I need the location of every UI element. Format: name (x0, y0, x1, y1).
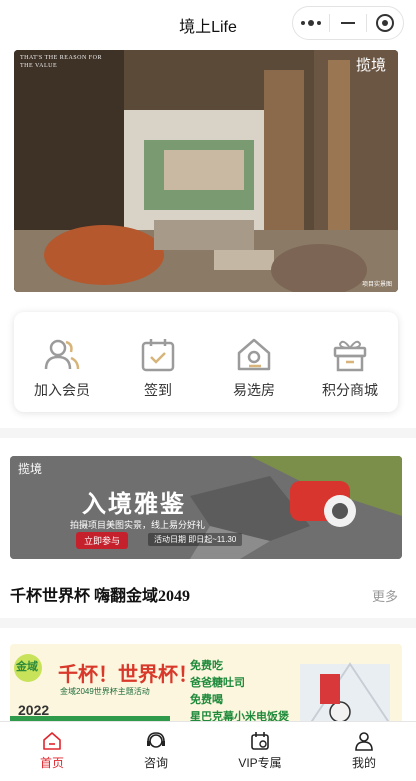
quick-actions-card: 加入会员 签到 易选房 积分商城 (14, 312, 398, 412)
more-link[interactable]: 更多 (372, 586, 398, 605)
promo-tag: 金域 (16, 661, 38, 673)
hero-banner[interactable]: THAT'S THE REASON FOR THE VALUE 揽境 项目实景图 (14, 50, 398, 292)
campaign-date: 活动日期 即日起~11.30 (148, 533, 243, 546)
miniprogram-capsule (292, 6, 404, 40)
title-bar: 境上Life (0, 0, 416, 46)
minus-icon (341, 22, 355, 24)
promo-headline: 千杯！世界杯！ (58, 664, 198, 686)
hero-brand-logo: 揽境 (355, 58, 386, 74)
hero-tagline: THAT'S THE REASON FOR THE VALUE (20, 55, 102, 69)
section-title: 千杯世界杯 嗨翻金域2049 (10, 588, 191, 605)
campaign-subtitle: 拍摄项目美图实景，线上易分好礼 (70, 520, 206, 530)
more-menu-button[interactable] (293, 7, 329, 39)
world-cup-promo-banner[interactable]: 金域 千杯！世界杯！ 金域2049世界杯主题活动 2022 免费吃 爸爸糖吐司 … (10, 644, 402, 728)
tab-label: 首页 (39, 756, 64, 770)
promo-subtitle: 金域2049世界杯主题活动 (60, 687, 150, 696)
members-icon (44, 339, 80, 370)
quick-action-points-mall[interactable]: 积分商城 (302, 312, 398, 412)
quick-action-label: 签到 (144, 382, 172, 398)
promo-right-list: 免费吃 爸爸糖吐司 免费喝 星巴克幕小米电饭煲 (190, 658, 289, 726)
promo-right-item: 免费喝 (190, 694, 223, 706)
promo-section: 金域 千杯！世界杯！ 金域2049世界杯主题活动 2022 免费吃 爸爸糖吐司 … (0, 628, 416, 728)
promo-right-item: 免费吃 (190, 660, 223, 672)
hero-caption: 项目实景图 (361, 282, 392, 288)
calendar-check-icon (141, 339, 175, 372)
house-icon (237, 338, 271, 371)
campaign-section: 揽境 入境雅鉴 拍摄项目美图实景，线上易分好礼 立即参与 活动日期 即日起~11… (0, 438, 416, 618)
tab-mine[interactable]: 我的 (312, 722, 416, 781)
gift-icon (333, 340, 367, 372)
quick-action-label: 加入会员 (34, 382, 90, 398)
quick-action-easy-select-house[interactable]: 易选房 (206, 312, 302, 412)
quick-action-label: 易选房 (233, 382, 275, 398)
home-icon (43, 732, 61, 750)
customer-service-icon (147, 732, 165, 748)
quick-action-checkin[interactable]: 签到 (110, 312, 206, 412)
bottom-tab-bar: 首页 咨询 VIP专属 我的 (0, 721, 416, 781)
tab-vip[interactable]: VIP专属 (208, 722, 312, 781)
campaign-banner[interactable]: 揽境 入境雅鉴 拍摄项目美图实景，线上易分好礼 立即参与 活动日期 即日起~11… (10, 456, 402, 559)
hero-interior-image (14, 50, 398, 292)
quick-action-join-member[interactable]: 加入会员 (14, 312, 110, 412)
promo-year: 2022 (18, 702, 50, 718)
vip-calendar-icon (251, 732, 269, 750)
more-dots-icon (301, 20, 321, 26)
promo-right-item: 爸爸糖吐司 (190, 677, 245, 689)
minimize-button[interactable] (330, 7, 366, 39)
target-icon (376, 14, 394, 32)
tab-consult[interactable]: 咨询 (104, 722, 208, 781)
tab-label: VIP专属 (238, 756, 282, 770)
quick-action-label: 积分商城 (322, 382, 378, 398)
campaign-headline: 入境雅鉴 (82, 491, 186, 518)
tab-label: 我的 (351, 756, 376, 770)
tab-label: 咨询 (143, 756, 168, 770)
campaign-brand-logo: 揽境 (18, 462, 43, 476)
join-now-button[interactable]: 立即参与 (76, 532, 129, 549)
tab-home[interactable]: 首页 (0, 722, 104, 781)
close-miniprogram-button[interactable] (367, 7, 403, 39)
user-icon (355, 732, 373, 751)
